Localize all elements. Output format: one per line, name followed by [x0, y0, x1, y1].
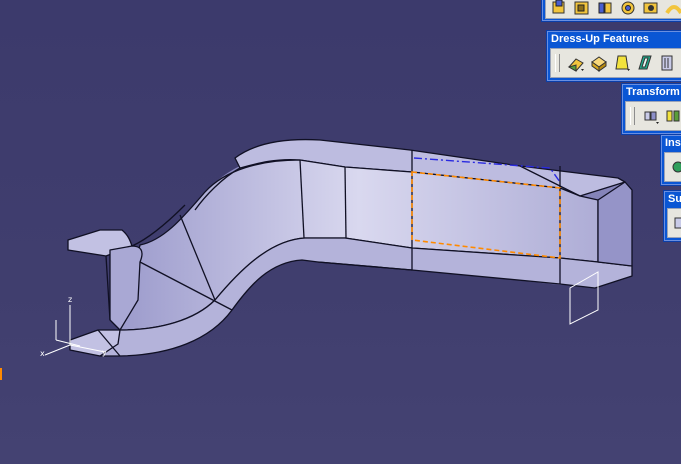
thickness-icon[interactable]	[658, 53, 678, 73]
rib-icon[interactable]	[665, 0, 681, 18]
translate-icon[interactable]	[641, 106, 661, 126]
toolbar-dressup-features[interactable]: Dress-Up Features	[546, 30, 681, 82]
split-icon[interactable]	[672, 213, 681, 233]
toolbar-transform[interactable]: Transform	[621, 83, 681, 135]
toolbar-surface-title: Su	[668, 193, 681, 205]
toolbar-grip[interactable]	[555, 54, 560, 72]
selection-marker	[0, 368, 2, 380]
shell-icon[interactable]	[635, 53, 655, 73]
toolbar-grip[interactable]	[630, 107, 635, 125]
shaft-icon[interactable]	[596, 0, 616, 18]
axis-y-label: y	[102, 348, 107, 357]
toolbar-insert-title: Ins	[665, 137, 681, 149]
pocket-icon[interactable]	[573, 0, 593, 18]
draft-icon[interactable]	[612, 53, 632, 73]
sheet-metal-part[interactable]	[67, 138, 633, 357]
axis-z-label: z	[68, 295, 72, 304]
hole-icon[interactable]	[642, 0, 662, 18]
toolbar-top[interactable]	[541, 0, 681, 22]
axis-x-label: x	[40, 349, 45, 358]
pad-icon[interactable]	[550, 0, 570, 18]
mirror-icon[interactable]	[664, 106, 681, 126]
chamfer-icon[interactable]	[589, 53, 609, 73]
toolbar-surface[interactable]: Su	[663, 190, 681, 242]
toolbar-transform-title: Transform	[626, 86, 680, 98]
toolbar-dressup-title: Dress-Up Features	[551, 33, 649, 45]
groove-icon[interactable]	[619, 0, 639, 18]
body-icon[interactable]	[669, 157, 681, 177]
fillet-icon[interactable]	[566, 53, 586, 73]
toolbar-insert[interactable]: Ins	[660, 134, 681, 186]
